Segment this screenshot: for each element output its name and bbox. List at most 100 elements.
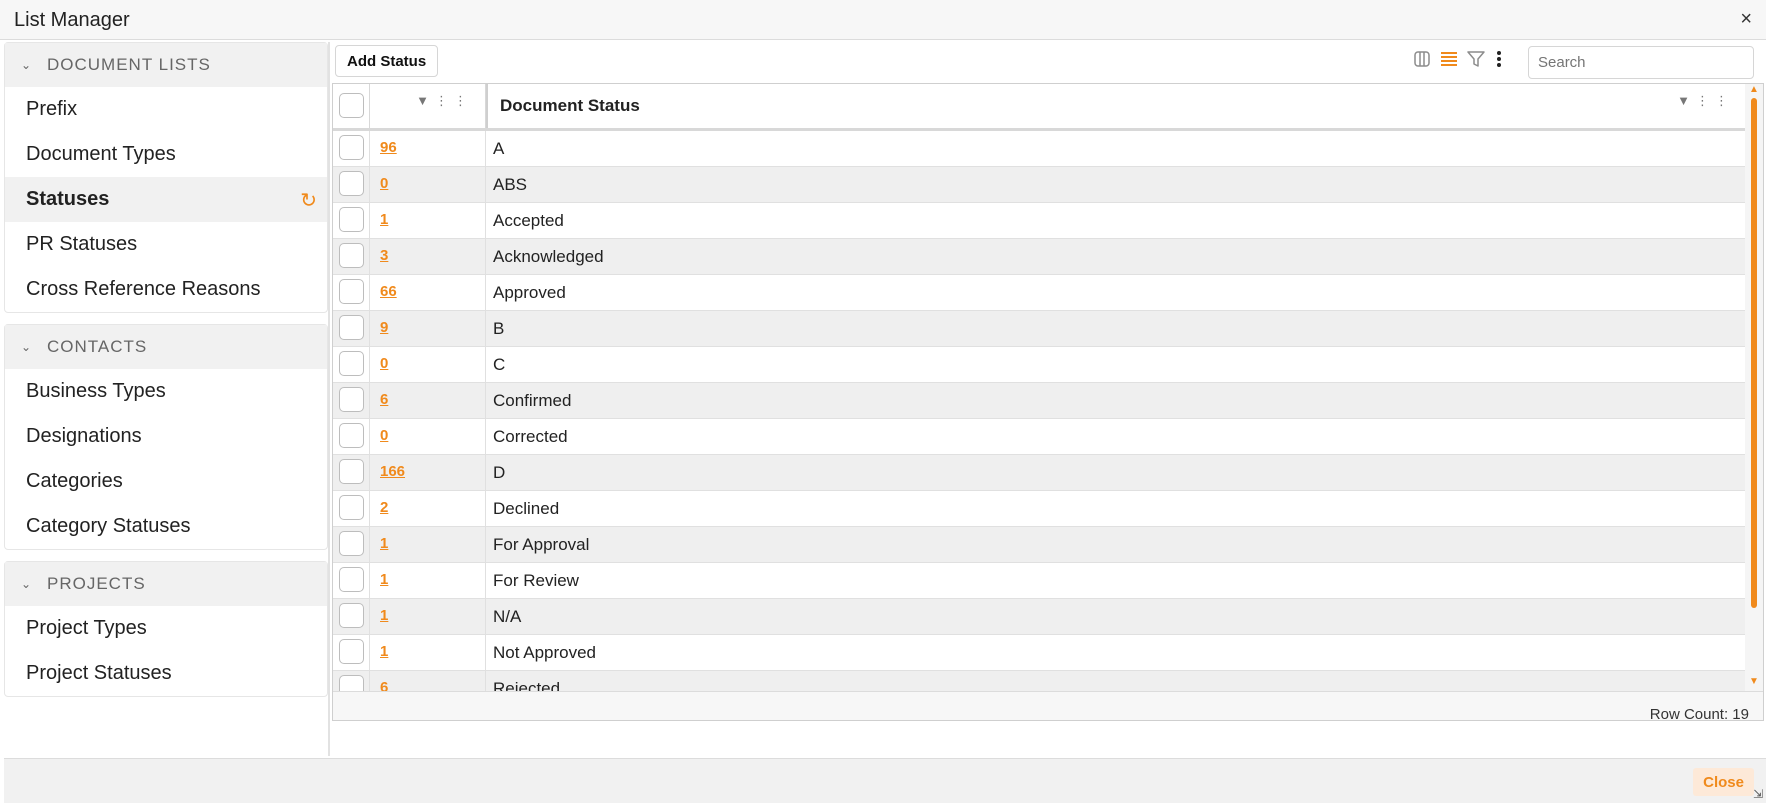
status-text: For Approval: [493, 535, 590, 554]
group-title: CONTACTS: [47, 337, 148, 356]
sidebar-item-business-types[interactable]: Business Types: [5, 369, 327, 414]
table-row[interactable]: 1 For Review: [333, 563, 1747, 599]
row-checkbox[interactable]: [339, 603, 364, 628]
table-row[interactable]: 9B: [333, 311, 1747, 347]
count-link[interactable]: 6: [380, 391, 388, 408]
group-header-projects[interactable]: ⌄ PROJECTS: [5, 562, 327, 606]
row-checkbox[interactable]: [339, 459, 364, 484]
status-cell: Not Approved: [486, 635, 1747, 671]
filter-icon[interactable]: [1467, 50, 1485, 74]
close-button[interactable]: Close: [1693, 768, 1754, 796]
row-checkbox[interactable]: [339, 639, 364, 664]
row-checkbox[interactable]: [339, 135, 364, 160]
table-row[interactable]: 6 Confirmed: [333, 383, 1747, 419]
table-row[interactable]: 6 Rejected: [333, 671, 1747, 691]
header-status-cell[interactable]: Document Status ▼⋮⋮: [486, 84, 1747, 128]
close-icon[interactable]: ×: [1740, 8, 1752, 31]
count-link[interactable]: 0: [380, 427, 388, 444]
table-row[interactable]: 66 Approved: [333, 275, 1747, 311]
rows-icon[interactable]: [1440, 50, 1458, 74]
header-select-cell: [333, 84, 370, 128]
sidebar-item-statuses[interactable]: Statuses ↻: [5, 177, 327, 222]
refresh-icon[interactable]: ↻: [300, 188, 317, 213]
count-link[interactable]: 96: [380, 139, 397, 156]
sidebar-item-project-types[interactable]: Project Types: [5, 606, 327, 651]
table-row[interactable]: 1 Accepted: [333, 203, 1747, 239]
count-link[interactable]: 1: [380, 643, 388, 660]
sidebar-item-cross-reference-reasons[interactable]: Cross Reference Reasons: [5, 267, 327, 312]
vertical-scrollbar[interactable]: ▲ ▼: [1745, 84, 1763, 691]
sidebar-item-categories[interactable]: Categories: [5, 459, 327, 504]
count-link[interactable]: 1: [380, 211, 388, 228]
row-checkbox[interactable]: [339, 207, 364, 232]
group-header-document-lists[interactable]: ⌄ DOCUMENT LISTS: [5, 43, 327, 87]
status-cell: N/A: [486, 599, 1747, 635]
count-link[interactable]: 9: [380, 319, 388, 336]
sidebar-item-project-statuses[interactable]: Project Statuses: [5, 651, 327, 696]
sidebar-item-label: Project Statuses: [26, 662, 172, 684]
table-row[interactable]: 1 Not Approved: [333, 635, 1747, 671]
sidebar-item-document-types[interactable]: Document Types: [5, 132, 327, 177]
row-select-cell: [333, 347, 370, 383]
table-row[interactable]: 1 For Approval: [333, 527, 1747, 563]
row-select-cell: [333, 491, 370, 527]
table-row[interactable]: 1 N/A: [333, 599, 1747, 635]
search-input[interactable]: [1528, 46, 1754, 79]
row-checkbox[interactable]: [339, 351, 364, 376]
row-checkbox[interactable]: [339, 171, 364, 196]
table-row[interactable]: 166 D: [333, 455, 1747, 491]
count-cell: 1: [370, 635, 486, 671]
count-link[interactable]: 2: [380, 499, 388, 516]
table-row[interactable]: 0 Corrected: [333, 419, 1747, 455]
status-text: C: [493, 355, 506, 374]
row-checkbox[interactable]: [339, 531, 364, 556]
count-link[interactable]: 3: [380, 247, 388, 264]
add-status-button[interactable]: Add Status: [335, 45, 439, 77]
count-link[interactable]: 1: [380, 607, 388, 624]
count-link[interactable]: 166: [380, 463, 405, 480]
scrollbar-thumb[interactable]: [1751, 98, 1757, 608]
group-header-contacts[interactable]: ⌄ CONTACTS: [5, 325, 327, 369]
sidebar-item-designations[interactable]: Designations: [5, 414, 327, 459]
column-filter-icon[interactable]: ▼⋮⋮: [1677, 93, 1734, 109]
header-count-cell[interactable]: ▼⋮⋮: [370, 84, 486, 128]
status-text: N/A: [493, 607, 522, 626]
columns-icon[interactable]: [1413, 50, 1431, 74]
count-cell: 9: [370, 311, 486, 347]
count-link[interactable]: 6: [380, 679, 388, 691]
count-link[interactable]: 0: [380, 355, 388, 372]
scroll-up-icon[interactable]: ▲: [1749, 84, 1759, 95]
count-cell: 0: [370, 419, 486, 455]
resize-grip-icon[interactable]: ⇲: [1753, 787, 1763, 801]
row-checkbox[interactable]: [339, 423, 364, 448]
status-cell: Accepted: [486, 203, 1747, 239]
count-link[interactable]: 1: [380, 535, 388, 552]
row-checkbox[interactable]: [339, 279, 364, 304]
status-cell: Declined: [486, 491, 1747, 527]
sidebar-item-category-statuses[interactable]: Category Statuses: [5, 504, 327, 549]
row-checkbox[interactable]: [339, 675, 364, 691]
sidebar-item-prefix[interactable]: Prefix: [5, 87, 327, 132]
sidebar-item-pr-statuses[interactable]: PR Statuses: [5, 222, 327, 267]
more-vertical-icon[interactable]: [1495, 50, 1503, 74]
select-all-checkbox[interactable]: [339, 93, 364, 118]
column-filter-icon[interactable]: ▼⋮⋮: [416, 93, 473, 109]
count-link[interactable]: 1: [380, 571, 388, 588]
sidebar-item-label: Categories: [26, 470, 123, 492]
table-row[interactable]: 0C: [333, 347, 1747, 383]
table-row[interactable]: 3 Acknowledged: [333, 239, 1747, 275]
scroll-down-icon[interactable]: ▼: [1749, 676, 1759, 687]
count-cell: 0: [370, 167, 486, 203]
row-checkbox[interactable]: [339, 315, 364, 340]
row-checkbox[interactable]: [339, 567, 364, 592]
table-row[interactable]: 2 Declined: [333, 491, 1747, 527]
count-link[interactable]: 0: [380, 175, 388, 192]
status-text: Approved: [493, 283, 566, 302]
table-row[interactable]: 0 ABS: [333, 167, 1747, 203]
row-checkbox[interactable]: [339, 243, 364, 268]
row-checkbox[interactable]: [339, 387, 364, 412]
count-link[interactable]: 66: [380, 283, 397, 300]
row-checkbox[interactable]: [339, 495, 364, 520]
table-row[interactable]: 96 A: [333, 131, 1747, 167]
sidebar-group-contacts: ⌄ CONTACTS Business Types Designations C…: [4, 324, 328, 550]
